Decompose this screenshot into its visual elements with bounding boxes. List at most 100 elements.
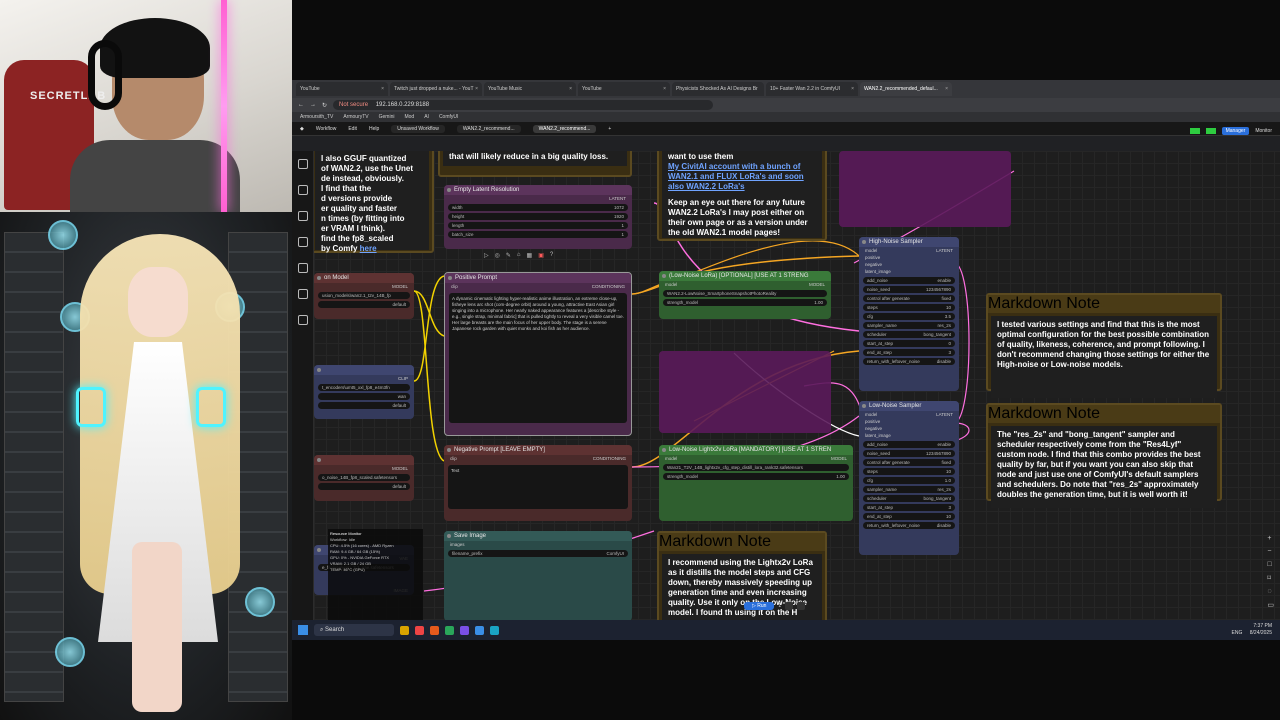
forward-icon[interactable]: → [310,102,316,108]
browser-tab[interactable]: YouTube Music × [484,82,576,96]
close-icon[interactable]: × [663,82,666,96]
widget-lora-name[interactable]: WAN2.2-LowNoise_SmartphoneSnapshotPhotoR… [663,290,827,297]
node-low-noise-sampler[interactable]: Low-Noise Sampler model LATENT positive n… [859,401,959,555]
node-input-slot[interactable]: negative [859,261,959,268]
minimap-icon[interactable]: ▭ [1267,601,1274,609]
queue-icon[interactable] [797,602,806,610]
widget-steps[interactable]: steps 10 [863,304,955,311]
batch-count[interactable]: 1 [778,603,781,609]
node-negative-prompt[interactable]: Negative Prompt [LEAVE EMPTY] clip CONDIT… [444,445,632,521]
node-output-slot[interactable]: LATENT [444,195,632,202]
node-input-slot[interactable]: model LATENT [859,247,959,254]
bypassed-node[interactable] [659,351,831,433]
node-empty-latent[interactable]: Empty Latent Resolution LATENT width 1072… [444,185,632,249]
discord-icon[interactable] [460,625,469,635]
bookmark-item[interactable]: Mod [404,114,414,120]
favorites-icon[interactable] [297,315,308,325]
pin-icon[interactable]: ✎ [506,252,511,259]
widget-cfg[interactable]: cfg 1.0 [863,477,955,484]
node-save-image[interactable]: Save Image images filename_prefix ComfyUI [444,531,632,621]
widget-start-at-step[interactable]: start_at_step 0 [863,340,955,347]
node-library-icon[interactable] [297,211,308,221]
browser-tab-active[interactable]: WAN2.2_recommended_defaul... × [860,82,952,96]
widget-sampler-name[interactable]: sampler_name res_2s [863,322,955,329]
templates-icon[interactable] [297,289,308,299]
markdown-note-gguf[interactable]: I also GGUF quantized of WAN2.2, use the… [314,151,434,253]
widget-weight-dtype[interactable]: default [318,483,410,490]
play-icon[interactable]: ▷ [484,252,489,259]
taskbar-clock[interactable]: ENG 7:37 PM 8/24/2025 [1232,623,1272,637]
node-unet-loader-low[interactable]: MODEL o_noise_14B_fp8_scaled.safetensors… [314,455,414,501]
node-graph-canvas[interactable]: I also GGUF quantized of WAN2.2, use the… [314,151,1280,621]
lock-icon[interactable]: ⌑ [1267,574,1274,582]
widget-filename-prefix[interactable]: filename_prefix ComfyUI [448,550,628,557]
node-input-slot[interactable]: images [444,541,632,548]
monitor-button[interactable]: Monitor [1255,128,1272,134]
prompt-textarea[interactable]: A dynamic cinematic lighting hyper-reali… [449,293,627,423]
taskbar-search[interactable]: ⌕ Search [314,624,394,636]
node-slots[interactable]: clip CONDITIONING [445,283,631,290]
widget-weight-dtype[interactable]: default [318,301,410,308]
run-button[interactable]: ▷ Run [744,602,775,610]
chrome-icon[interactable] [415,625,424,635]
workflow-tab[interactable]: WAN2.2_recommend... [456,124,521,133]
node-slots[interactable]: model MODEL [659,455,853,462]
bookmark-item[interactable]: AI [424,114,429,120]
bookmark-item[interactable]: Gemini [379,114,395,120]
comfy-logo-icon[interactable]: ◆ [300,126,304,132]
widget-length[interactable]: length 1 [448,222,628,229]
node-lora-optional[interactable]: (Low-Noise LoRa) [OPTIONAL] [USE AT 1 ST… [659,271,831,319]
queue-icon[interactable] [297,185,308,195]
file-explorer-icon[interactable] [400,625,409,635]
widget-batch-size[interactable]: batch_size 1 [448,231,628,238]
node-output-slot[interactable]: MODEL [314,465,414,472]
node-unet-loader[interactable]: on Model MODEL usion_models\wan2.1_t2v_1… [314,273,414,319]
widget-device[interactable]: default [318,402,410,409]
node-lora-lightx2v[interactable]: Low-Noise Lightx2v LoRa [MANDATORY] [USE… [659,445,853,521]
markdown-note-settings[interactable]: Markdown Note I tested various settings … [986,293,1222,398]
widget-return-leftover-noise[interactable]: return_with_leftover_noise disable [863,522,955,529]
negative-textarea[interactable]: Text [448,465,628,509]
here-link[interactable]: here [360,244,377,253]
workflow-tab-active[interactable]: WAN2.2_recommend... [532,124,597,133]
app-icon[interactable] [490,625,499,635]
widget-add-noise[interactable]: add_noise enable [863,441,955,448]
widget-return-leftover-noise[interactable]: return_with_leftover_noise disable [863,358,955,365]
widget-end-at-step[interactable]: end_at_step 3 [863,349,955,356]
bookmark-icon[interactable]: ⌂ [517,252,521,259]
browser-tab[interactable]: Twitch just dropped a nuke... - YouT × [390,82,482,96]
menu-workflow[interactable]: Workflow [316,126,336,132]
node-input-slot[interactable]: positive [859,254,959,261]
help-icon[interactable]: ? [550,252,553,259]
close-icon[interactable]: × [851,82,854,96]
reload-icon[interactable]: ↻ [322,102,327,109]
manager-button[interactable]: Manager [1221,127,1250,135]
grid-icon[interactable]: ▦ [527,252,533,259]
widget-type[interactable]: wan [318,393,410,400]
workflows-icon[interactable] [297,263,308,273]
widget-width[interactable]: width 1072 [448,204,628,211]
widget-noise-seed[interactable]: noise_seed 1234567890 [863,450,955,457]
bookmark-item[interactable]: ArmouryTV [343,114,368,120]
zoom-in-icon[interactable]: + [1267,535,1274,542]
cancel-icon[interactable] [785,602,794,610]
fit-view-icon[interactable]: □ [1267,561,1274,568]
node-positive-prompt[interactable]: Positive Prompt clip CONDITIONING A dynam… [444,272,632,436]
bypass-icon[interactable]: ◎ [495,252,500,259]
node-clip-loader[interactable]: CLIP t_encoders\umt5_xxl_fp8_e4m3fn wan … [314,365,414,419]
menu-help[interactable]: Help [369,126,379,132]
markdown-note-sampler[interactable]: Markdown Note The "res_2s" and "bong_tan… [986,403,1222,508]
node-input-slot[interactable]: latent_image [859,268,959,275]
node-input-slot[interactable]: latent_image [859,432,959,439]
bypassed-node[interactable] [839,151,1011,227]
toggle-links-icon[interactable]: ◌ [1267,588,1274,595]
bookmark-item[interactable]: ComfyUI [439,114,458,120]
browser-tab[interactable]: 10+ Faster Wan 2.2 in ComfyUI × [766,82,858,96]
history-icon[interactable] [297,159,308,169]
widget-strength-model[interactable]: strength_model 1.00 [663,473,849,480]
widget-cfg[interactable]: cfg 3.5 [863,313,955,320]
widget-control-after-generate[interactable]: control after generate fixed [863,295,955,302]
widget-lora-name[interactable]: Wan21_T2V_14B_lightx2v_cfg_step_distill_… [663,464,849,471]
markdown-note-quality[interactable]: that will likely reduce in a big quality… [438,151,632,177]
widget-scheduler[interactable]: scheduler bong_tangent [863,331,955,338]
